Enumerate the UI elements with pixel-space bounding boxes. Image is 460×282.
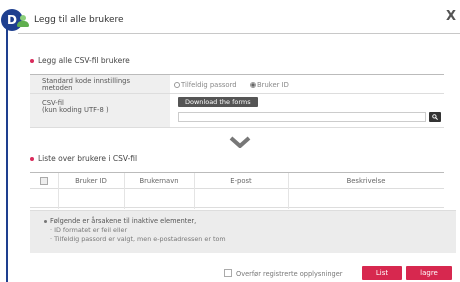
column-user-id: Bruker ID — [75, 177, 107, 185]
csv-form: Standard kode innstillings metoden Tilfe… — [30, 74, 444, 128]
bullet-icon — [44, 219, 47, 223]
list-section-title: Liste over brukere i CSV-fil — [30, 154, 137, 163]
save-button[interactable]: lagre — [406, 266, 452, 280]
column-username: Brukernavn — [139, 177, 179, 185]
select-all-checkbox[interactable] — [40, 177, 48, 185]
csv-file-input[interactable] — [178, 112, 426, 122]
standard-code-row: Standard kode innstillings metoden Tilfe… — [30, 75, 444, 94]
bullet-icon — [30, 59, 34, 63]
chevron-down-icon — [229, 136, 251, 148]
close-button[interactable]: X — [446, 9, 456, 24]
users-table: Bruker ID Brukernavn E-post Beskrivelse — [30, 172, 444, 209]
bullet-icon — [30, 157, 34, 161]
column-email: E-post — [230, 177, 252, 185]
overwrite-label: Overfør registrerte opplysninger — [236, 270, 343, 278]
radio-random-password[interactable]: Tilfeldig passord — [174, 81, 237, 89]
dialog-title: Legg til alle brukere — [34, 15, 124, 25]
column-description: Beskrivelse — [346, 177, 386, 185]
standard-code-label: Standard kode innstillings metoden — [30, 75, 170, 93]
radio-icon[interactable] — [174, 82, 180, 88]
inactive-notice: Følgende er årsakene til inaktive elemen… — [30, 210, 456, 253]
csv-file-label: CSV-fil (kun koding UTF-8 ) — [30, 94, 170, 127]
notice-title: Følgende er årsakene til inaktive elemen… — [44, 217, 196, 225]
overwrite-checkbox[interactable] — [224, 269, 232, 277]
csv-file-row: CSV-fil (kun koding UTF-8 ) Download the… — [30, 94, 444, 128]
csv-section-title: Legg alle CSV-fil brukere — [30, 56, 130, 65]
user-icon — [17, 15, 29, 27]
download-forms-button[interactable]: Download the forms — [178, 97, 258, 107]
list-button[interactable]: List — [362, 266, 402, 280]
table-header: Bruker ID Brukernavn E-post Beskrivelse — [30, 173, 444, 189]
radio-user-id[interactable]: Bruker ID — [250, 81, 289, 89]
file-search-button[interactable] — [429, 112, 441, 122]
search-icon — [432, 114, 438, 120]
notice-line: · ID formatet er feil eller — [50, 226, 128, 234]
notice-line: · Tilfeldig passord er valgt, men e-post… — [50, 235, 226, 243]
radio-selected-icon[interactable] — [250, 82, 256, 88]
